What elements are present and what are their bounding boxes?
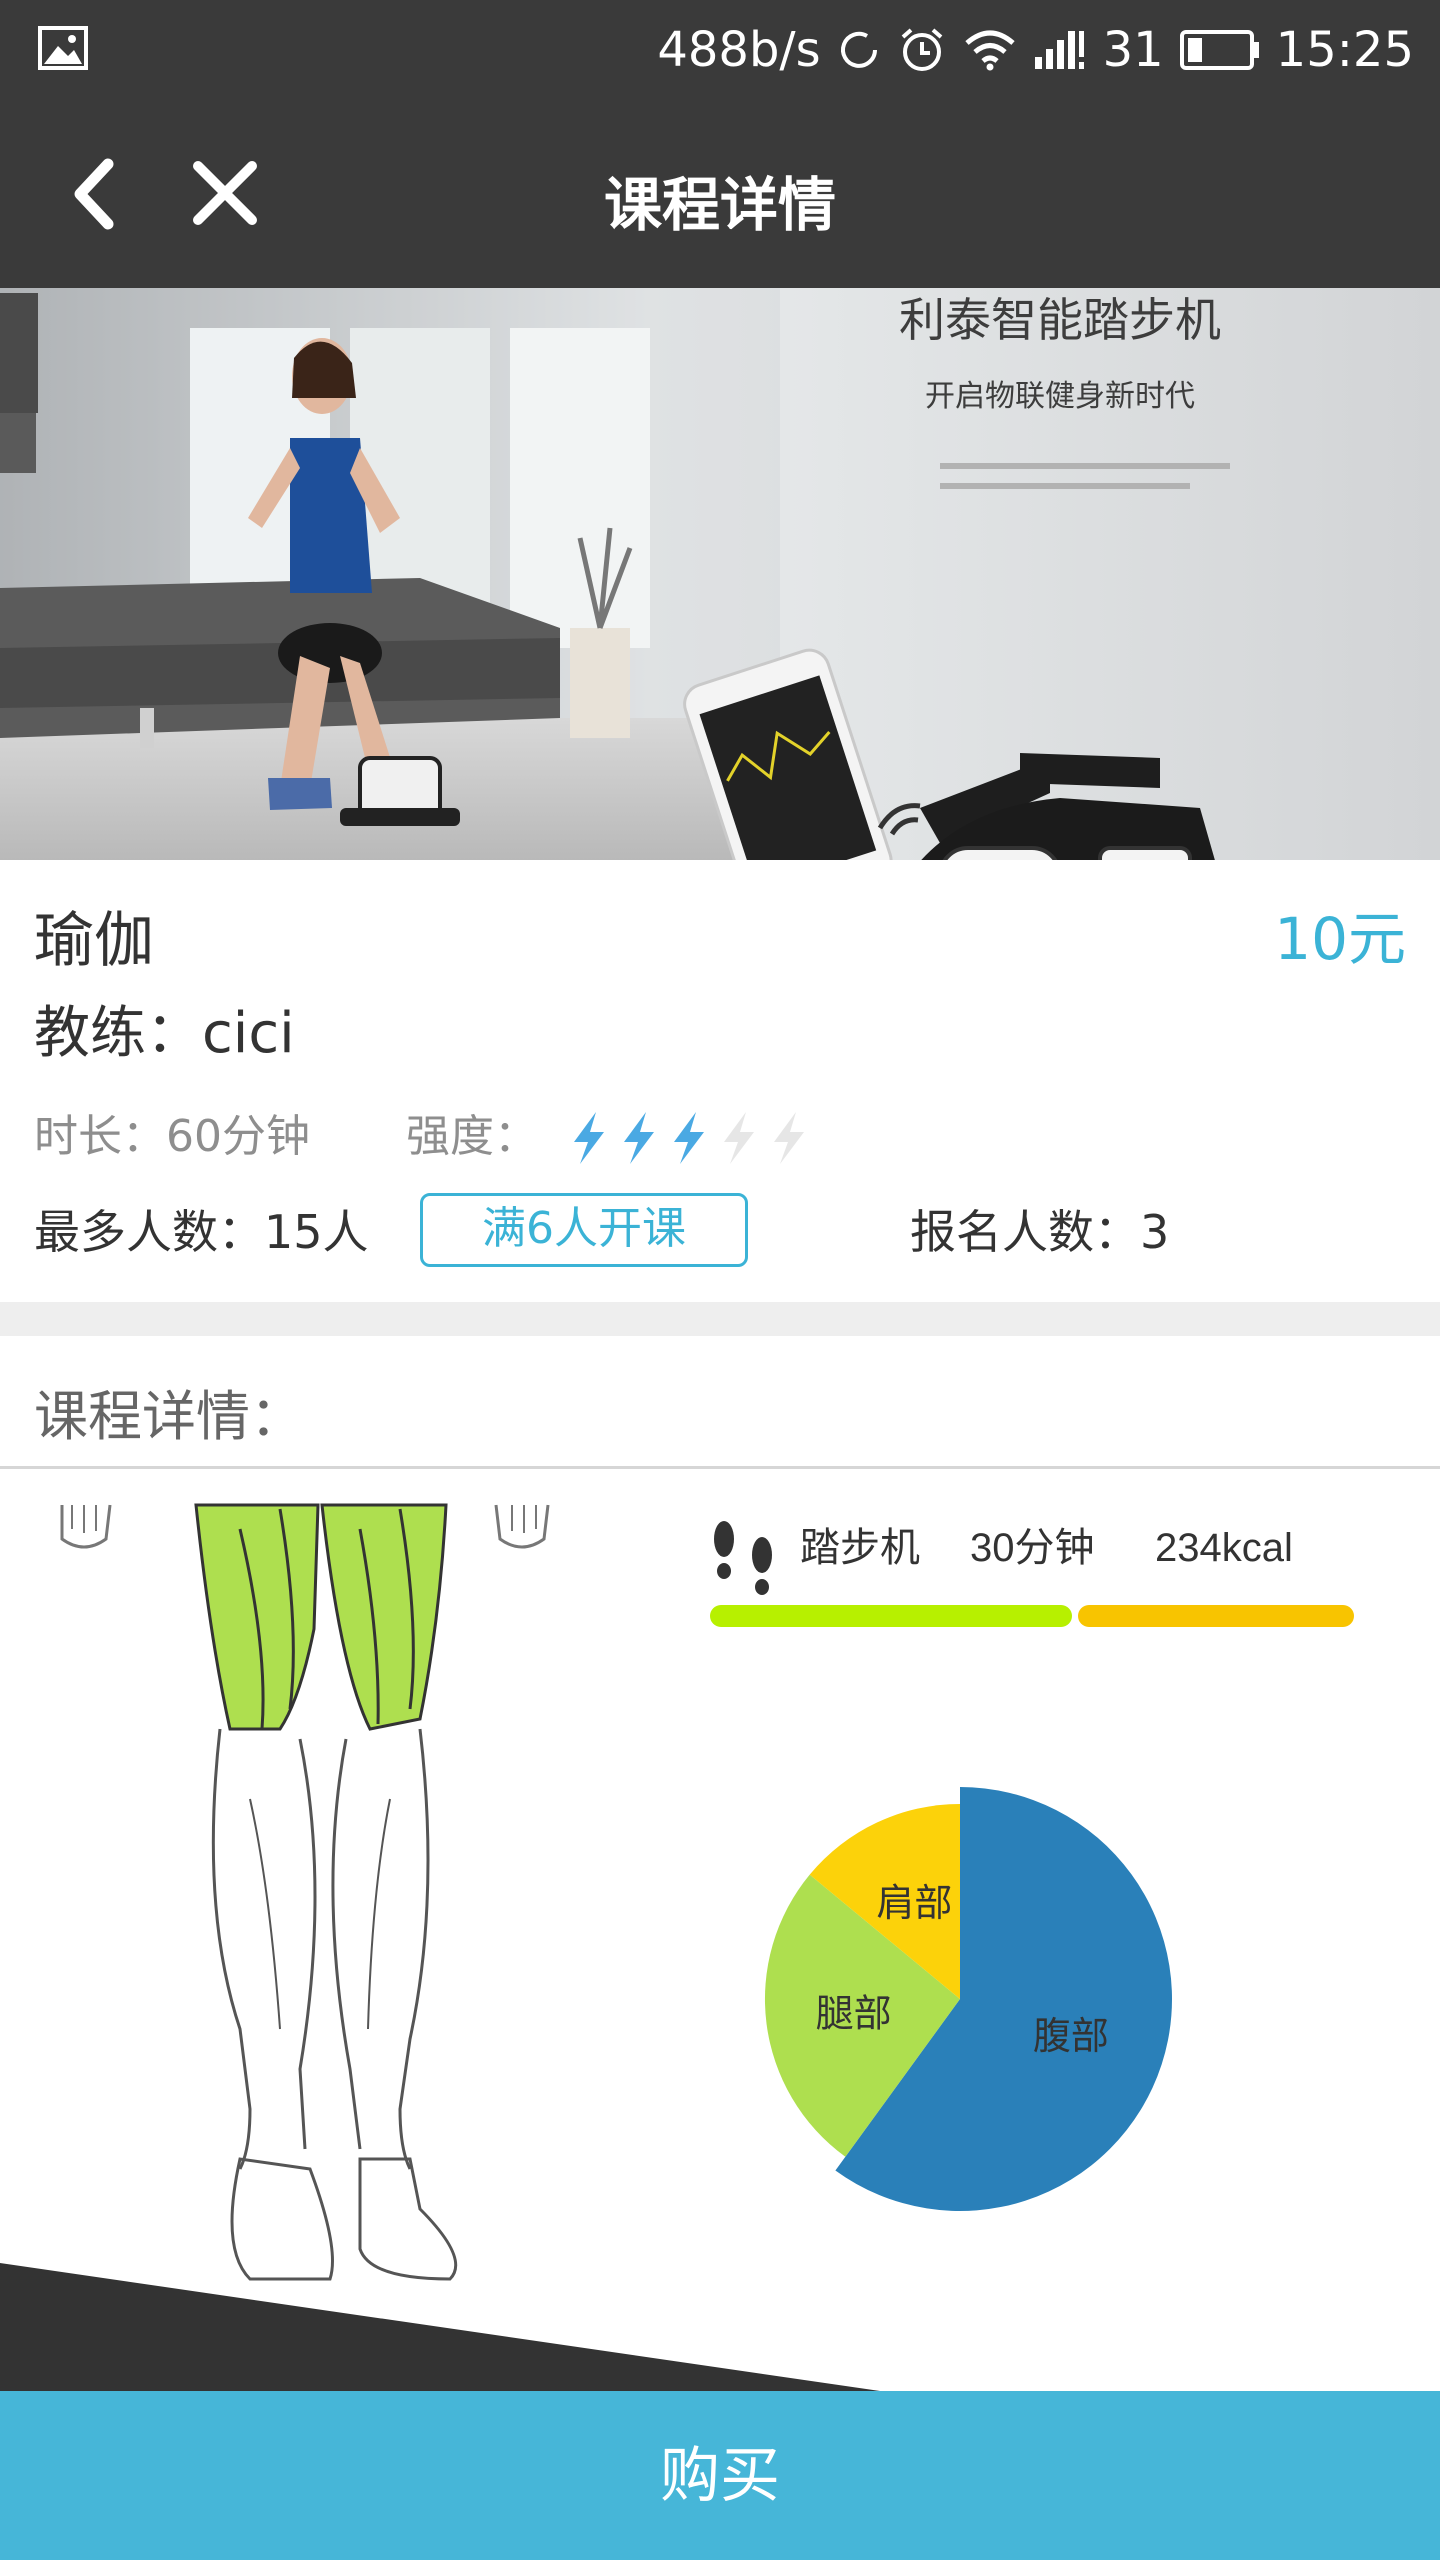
bolt-empty-icon (774, 1112, 804, 1164)
course-info: 瑜伽 10元 教练：cici 时长：60分钟 强度： 最多人数：15人 满6人开… (0, 860, 1440, 1302)
banner-image: 利泰智能踏步机 开启物联健身新时代 (0, 288, 1440, 860)
duration-bar (710, 1605, 1072, 1627)
max-people: 最多人数：15人 (34, 1196, 369, 1262)
signal-icon (1034, 31, 1084, 69)
calories-label: 234kcal (1155, 1526, 1293, 1570)
illustration-svg: 踏步机 30分钟 234kcal 腹部 腿部 肩部 (0, 1503, 1354, 2391)
duration: 时长：60分钟 (34, 1100, 310, 1164)
title-bar: 课程详情 (0, 100, 1440, 288)
max-people-label: 最多人数： (34, 1205, 264, 1259)
banner-subheadline: 开启物联健身新时代 (925, 380, 1195, 413)
network-speed: 488b/s (657, 22, 821, 78)
product-banner: 利泰智能踏步机 开启物联健身新时代 (0, 288, 1440, 860)
course-illustration: 踏步机 30分钟 234kcal 腹部 腿部 肩部 (0, 1469, 1440, 2391)
enrolled-label: 报名人数： (910, 1205, 1140, 1259)
open-condition-badge: 满6人开课 (420, 1193, 748, 1267)
status-bar: 488b/s 31 15:25 (0, 0, 1440, 100)
muscle-pie-chart: 腹部 腿部 肩部 (764, 1787, 1172, 2211)
details-title: 课程详情： (34, 1385, 304, 1448)
bolt-filled-icon (624, 1112, 654, 1164)
alarm-icon (901, 28, 942, 71)
bolt-empty-icon (724, 1112, 754, 1164)
coach-label: 教练： (34, 1001, 202, 1066)
enrolled-count: 报名人数：3 (910, 1196, 1169, 1262)
buy-button[interactable]: 购买 (0, 2391, 1440, 2560)
pie-label: 肩部 (876, 1883, 952, 1925)
section-divider (0, 1302, 1440, 1336)
max-people-value: 15人 (264, 1205, 369, 1259)
intensity-rating (566, 1110, 812, 1166)
page-title: 课程详情 (603, 171, 836, 239)
pie-label: 腿部 (816, 1993, 892, 2035)
battery-level: 31 (1102, 22, 1164, 78)
course-price: 10元 (1274, 905, 1406, 973)
battery-icon (1179, 30, 1259, 70)
minutes-label: 30分钟 (970, 1526, 1095, 1570)
duration-value: 60分钟 (166, 1111, 310, 1162)
footprint-icon (714, 1521, 772, 1595)
banner-headline: 利泰智能踏步机 (899, 294, 1221, 346)
intensity-label: 强度： (406, 1111, 538, 1162)
coach: 教练：cici (34, 988, 295, 1069)
bolt-filled-icon (674, 1112, 704, 1164)
gallery-notification-icon (38, 26, 88, 70)
bolt-filled-icon (574, 1112, 604, 1164)
clock: 15:25 (1275, 22, 1414, 78)
course-name: 瑜伽 (34, 906, 154, 976)
calorie-bar (1078, 1605, 1354, 1627)
coach-name: cici (202, 1001, 295, 1066)
duration-label: 时长： (34, 1111, 166, 1162)
sync-icon (840, 31, 877, 68)
wifi-icon (964, 30, 1015, 71)
machine-label: 踏步机 (800, 1526, 920, 1570)
enrolled-value: 3 (1140, 1205, 1170, 1259)
pie-label: 腹部 (1033, 2016, 1109, 2058)
